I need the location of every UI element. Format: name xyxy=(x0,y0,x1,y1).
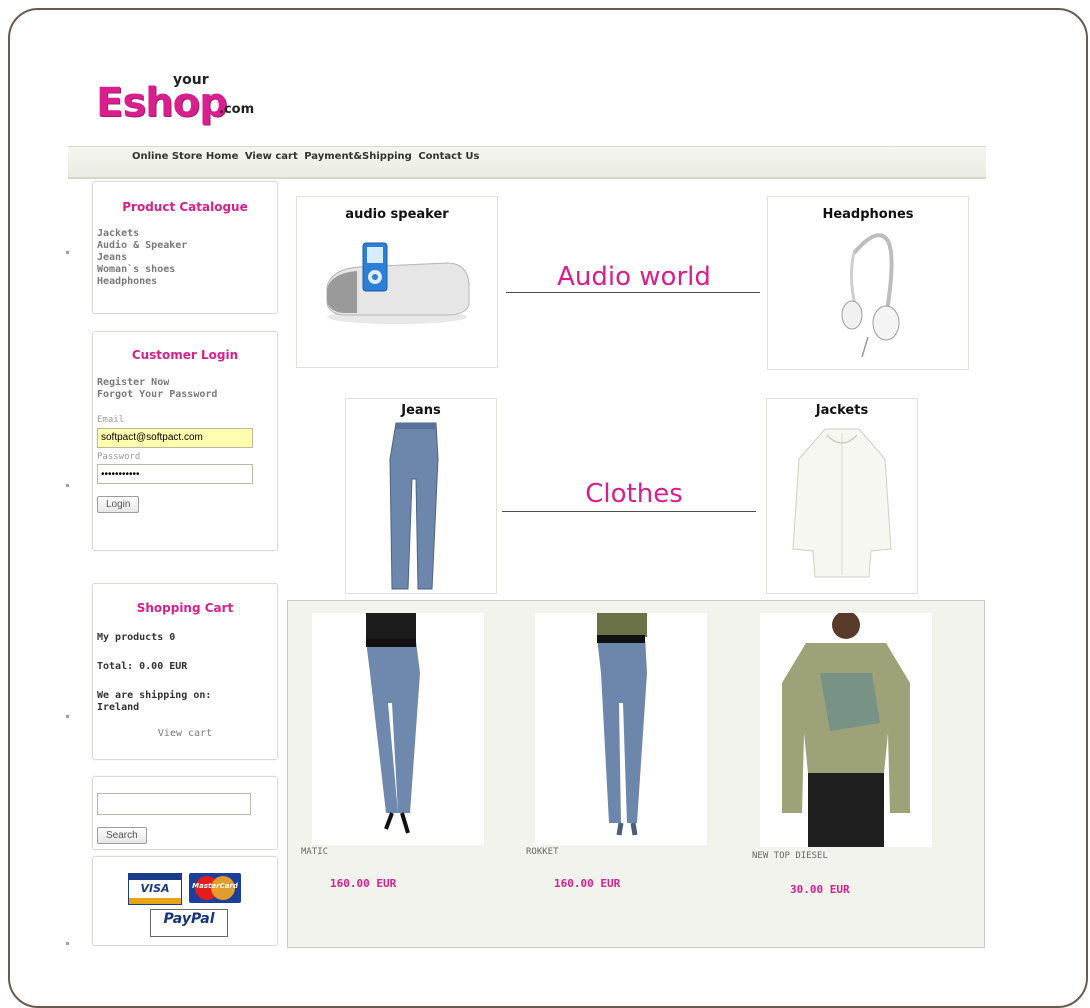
product-image-new-top-diesel[interactable] xyxy=(760,611,932,847)
audio-world-label: Audio world xyxy=(557,262,711,292)
mastercard-logo: MasterCard xyxy=(189,873,241,903)
nav-payment-shipping[interactable]: Payment&Shipping xyxy=(304,151,412,162)
sidebar-bullet xyxy=(66,942,69,945)
product-price-matic: 160.00 EUR xyxy=(330,877,397,890)
search-input[interactable] xyxy=(97,793,251,815)
password-label: Password xyxy=(97,451,141,462)
nav-contact-us[interactable]: Contact Us xyxy=(418,151,479,162)
product-price-new-top-diesel: 30.00 EUR xyxy=(790,883,850,896)
view-cart-link[interactable]: View cart xyxy=(93,728,277,739)
catalogue-item-headphones[interactable]: Headphones xyxy=(97,276,277,288)
payment-methods-box: VISA MasterCard PayPal xyxy=(92,856,278,946)
cart-shipping-country: Ireland xyxy=(97,702,140,713)
customer-login-box: Customer Login Register Now Forgot Your … xyxy=(92,331,278,551)
tile-headphones[interactable]: Headphones xyxy=(767,196,969,370)
product-name-new-top-diesel[interactable]: NEW TOP DIESEL xyxy=(752,851,828,861)
nav-view-cart[interactable]: View cart xyxy=(245,151,298,162)
email-label: Email xyxy=(97,415,125,425)
shopping-cart-box: Shopping Cart My products 0 Total: 0.00 … xyxy=(92,583,278,760)
cart-title: Shopping Cart xyxy=(136,601,234,615)
featured-products-panel: MATIC 160.00 EUR ROKKET 160.00 EUR NEW T… xyxy=(287,600,985,948)
product-image-matic[interactable] xyxy=(312,613,484,845)
catalogue-item-audio[interactable]: Audio & Speaker xyxy=(97,240,277,252)
catalogue-list: Jackets Audio & Speaker Jeans Woman`s sh… xyxy=(97,228,277,288)
tile-jackets[interactable]: Jackets xyxy=(766,398,918,594)
cart-total: Total: 0.00 EUR xyxy=(97,661,188,672)
cart-shipping-label: We are shipping on: xyxy=(97,690,212,701)
main-navigation: Online Store Home View cart Payment&Ship… xyxy=(68,146,986,179)
sidebar-bullet xyxy=(66,251,69,254)
sidebar-bullet xyxy=(66,484,69,487)
product-name-matic[interactable]: MATIC xyxy=(301,847,328,857)
login-title: Customer Login xyxy=(131,348,239,362)
email-field[interactable] xyxy=(97,427,253,448)
login-button[interactable]: Login xyxy=(97,496,140,513)
tile-jeans[interactable]: Jeans xyxy=(345,398,497,594)
site-logo[interactable]: your Eshop .com xyxy=(96,70,256,126)
clothes-label: Clothes xyxy=(585,479,683,509)
clothes-divider xyxy=(502,511,756,512)
jacket-image xyxy=(792,428,892,578)
search-button[interactable]: Search xyxy=(97,827,147,844)
catalogue-item-womans-shoes[interactable]: Woman`s shoes xyxy=(97,264,277,276)
visa-logo: VISA xyxy=(128,873,182,905)
audio-divider xyxy=(506,292,760,293)
forgot-password-link[interactable]: Forgot Your Password xyxy=(97,389,277,401)
password-field[interactable] xyxy=(97,464,253,484)
jeans-image xyxy=(389,422,439,590)
cart-products-count: My products 0 xyxy=(97,632,176,643)
logo-com-text: .com xyxy=(219,102,255,117)
tile-audio-speaker[interactable]: audio speaker xyxy=(296,196,498,368)
headphones-image xyxy=(841,233,900,358)
nav-store-home[interactable]: Online Store Home xyxy=(132,151,238,162)
register-link[interactable]: Register Now xyxy=(97,377,277,389)
paypal-logo: PayPal xyxy=(150,909,228,937)
product-price-rokket: 160.00 EUR xyxy=(554,877,621,890)
catalogue-item-jeans[interactable]: Jeans xyxy=(97,252,277,264)
speaker-image xyxy=(326,242,470,324)
product-catalogue-box: Product Catalogue Jackets Audio & Speake… xyxy=(92,181,278,314)
sidebar-bullet xyxy=(66,715,69,718)
catalogue-title: Product Catalogue xyxy=(122,200,248,214)
logo-eshop-text: Eshop xyxy=(96,80,228,126)
search-box: Search xyxy=(92,776,278,850)
product-name-rokket[interactable]: ROKKET xyxy=(526,847,559,857)
product-image-rokket[interactable] xyxy=(535,613,707,845)
catalogue-item-jackets[interactable]: Jackets xyxy=(97,228,277,240)
